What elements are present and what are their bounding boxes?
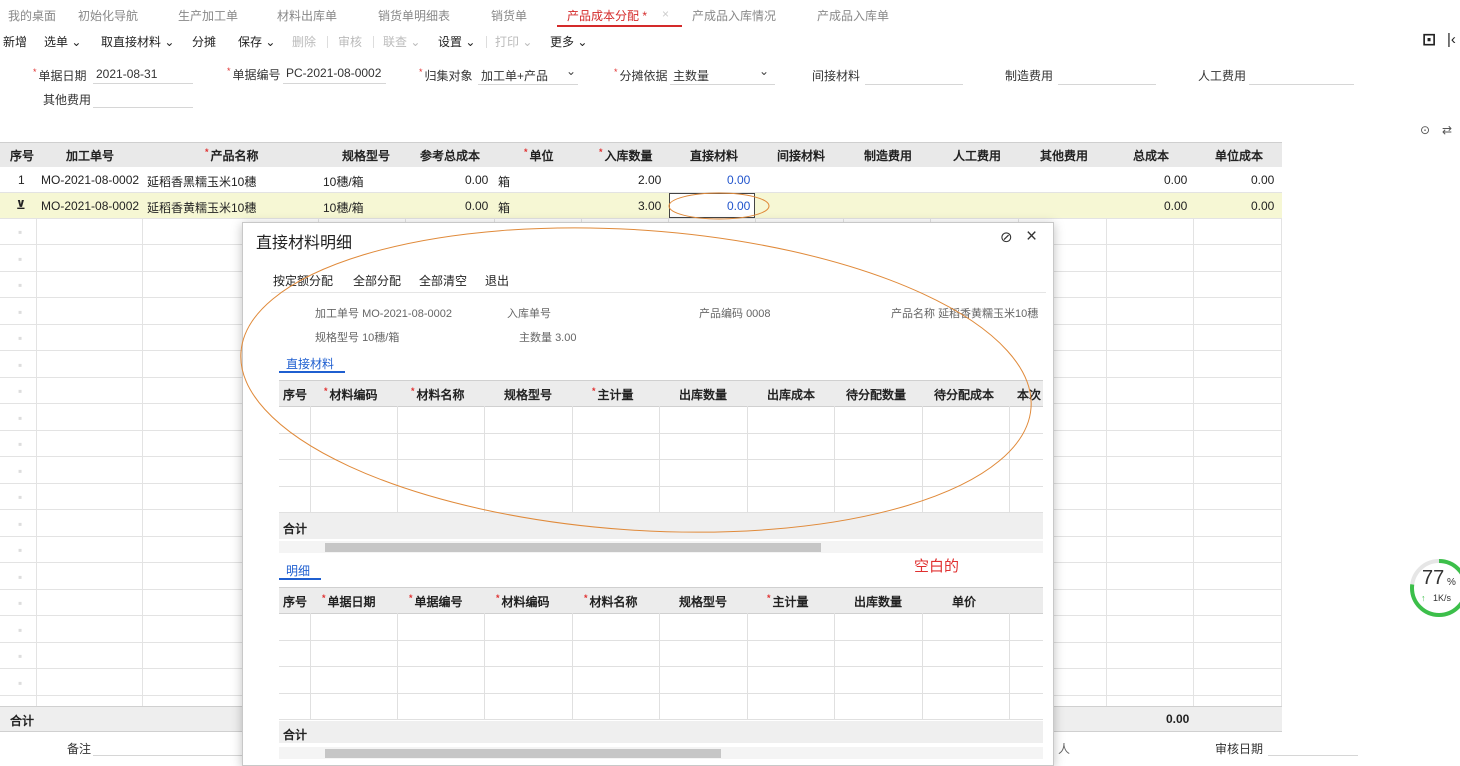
annotation-ellipse: [240, 227, 1032, 533]
upload-arrow-icon: ↑: [1421, 593, 1426, 603]
percent-value: 77: [1422, 567, 1445, 589]
network-speed-widget[interactable]: 77 % ↑ 1K/s: [1407, 555, 1460, 617]
percent-unit: %: [1447, 577, 1456, 588]
speed-value: 1K/s: [1433, 593, 1452, 603]
annotation-ellipse-small: [668, 192, 770, 220]
annotation-text: 空白的: [914, 558, 960, 575]
annotation-overlay: [240, 192, 1032, 533]
